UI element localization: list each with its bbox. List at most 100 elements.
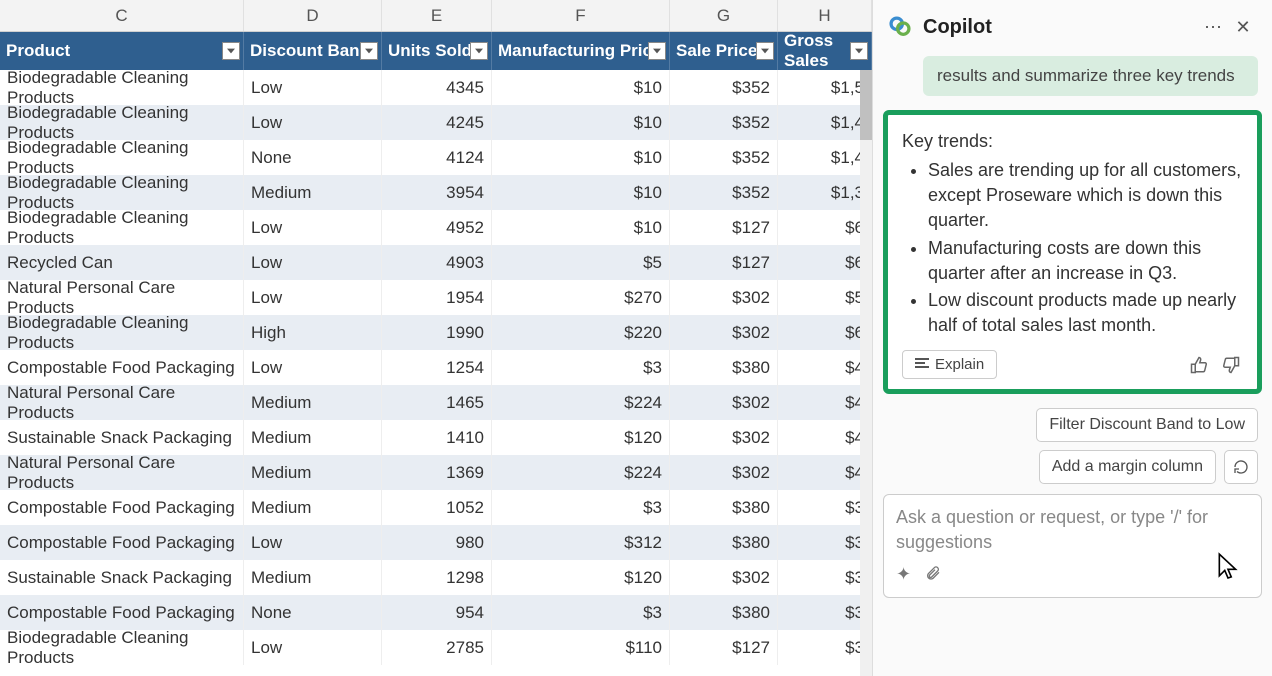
cell-sale-price[interactable]: $302 (670, 420, 778, 455)
cell-units[interactable]: 954 (382, 595, 492, 630)
cell-mfg-price[interactable]: $110 (492, 630, 670, 665)
header-sale-price[interactable]: Sale Price (670, 32, 778, 70)
cell-sale-price[interactable]: $380 (670, 350, 778, 385)
cell-units[interactable]: 1298 (382, 560, 492, 595)
table-row[interactable]: Compostable Food PackagingLow1254$3$380$… (0, 350, 872, 385)
table-row[interactable]: Recycled CanLow4903$5$127$6 (0, 245, 872, 280)
cell-gross[interactable]: $1,4 (778, 140, 872, 175)
cell-mfg-price[interactable]: $120 (492, 560, 670, 595)
cell-sale-price[interactable]: $380 (670, 525, 778, 560)
cell-discount[interactable]: Medium (244, 490, 382, 525)
cell-gross[interactable]: $6 (778, 245, 872, 280)
cell-discount[interactable]: None (244, 140, 382, 175)
cell-units[interactable]: 1990 (382, 315, 492, 350)
table-row[interactable]: Biodegradable Cleaning ProductsLow4245$1… (0, 105, 872, 140)
cell-product[interactable]: Biodegradable Cleaning Products (0, 315, 244, 350)
explain-button[interactable]: Explain (902, 350, 997, 379)
cell-units[interactable]: 4903 (382, 245, 492, 280)
table-row[interactable]: Sustainable Snack PackagingMedium1298$12… (0, 560, 872, 595)
table-row[interactable]: Compostable Food PackagingMedium1052$3$3… (0, 490, 872, 525)
cell-discount[interactable]: Low (244, 245, 382, 280)
cell-units[interactable]: 1465 (382, 385, 492, 420)
cell-sale-price[interactable]: $352 (670, 105, 778, 140)
table-row[interactable]: Biodegradable Cleaning ProductsNone4124$… (0, 140, 872, 175)
table-row[interactable]: Sustainable Snack PackagingMedium1410$12… (0, 420, 872, 455)
attach-icon[interactable] (925, 564, 941, 587)
header-discount-band[interactable]: Discount Band (244, 32, 382, 70)
cell-product[interactable]: Biodegradable Cleaning Products (0, 210, 244, 245)
cell-gross[interactable]: $1,4 (778, 105, 872, 140)
table-row[interactable]: Biodegradable Cleaning ProductsLow2785$1… (0, 630, 872, 665)
cell-discount[interactable]: Medium (244, 455, 382, 490)
cell-units[interactable]: 3954 (382, 175, 492, 210)
cell-mfg-price[interactable]: $220 (492, 315, 670, 350)
table-row[interactable]: Biodegradable Cleaning ProductsLow4345$1… (0, 70, 872, 105)
cell-mfg-price[interactable]: $10 (492, 105, 670, 140)
thumbs-up-icon[interactable] (1187, 353, 1211, 377)
cell-units[interactable]: 1954 (382, 280, 492, 315)
col-letter[interactable]: E (382, 0, 492, 31)
cell-mfg-price[interactable]: $270 (492, 280, 670, 315)
vertical-scrollbar[interactable] (860, 70, 872, 676)
cell-units[interactable]: 1052 (382, 490, 492, 525)
cell-units[interactable]: 4345 (382, 70, 492, 105)
cell-sale-price[interactable]: $302 (670, 280, 778, 315)
cell-mfg-price[interactable]: $312 (492, 525, 670, 560)
cell-discount[interactable]: Low (244, 630, 382, 665)
thumbs-down-icon[interactable] (1219, 353, 1243, 377)
cell-mfg-price[interactable]: $3 (492, 490, 670, 525)
cell-discount[interactable]: None (244, 595, 382, 630)
cell-product[interactable]: Compostable Food Packaging (0, 525, 244, 560)
more-options-icon[interactable]: ⋯ (1198, 12, 1228, 42)
cell-discount[interactable]: Low (244, 70, 382, 105)
filter-dropdown-icon[interactable] (360, 42, 378, 60)
filter-dropdown-icon[interactable] (756, 42, 774, 60)
table-row[interactable]: Compostable Food PackagingNone954$3$380$… (0, 595, 872, 630)
table-row[interactable]: Compostable Food PackagingLow980$312$380… (0, 525, 872, 560)
filter-dropdown-icon[interactable] (648, 42, 666, 60)
suggestion-margin[interactable]: Add a margin column (1039, 450, 1216, 484)
cell-units[interactable]: 980 (382, 525, 492, 560)
cell-gross[interactable]: $4 (778, 385, 872, 420)
cell-mfg-price[interactable]: $3 (492, 350, 670, 385)
cell-units[interactable]: 4245 (382, 105, 492, 140)
cell-gross[interactable]: $1,3 (778, 175, 872, 210)
cell-discount[interactable]: Medium (244, 560, 382, 595)
refresh-icon[interactable] (1224, 450, 1258, 484)
col-letter[interactable]: D (244, 0, 382, 31)
cell-mfg-price[interactable]: $10 (492, 175, 670, 210)
cell-gross[interactable]: $4 (778, 350, 872, 385)
cell-gross[interactable]: $3 (778, 525, 872, 560)
cell-gross[interactable]: $3 (778, 630, 872, 665)
col-letter[interactable]: G (670, 0, 778, 31)
col-letter[interactable]: H (778, 0, 872, 31)
sparkle-icon[interactable]: ✦ (896, 564, 911, 587)
cell-sale-price[interactable]: $380 (670, 490, 778, 525)
header-manufacturing-price[interactable]: Manufacturing Price (492, 32, 670, 70)
cell-sale-price[interactable]: $352 (670, 140, 778, 175)
cell-units[interactable]: 4124 (382, 140, 492, 175)
close-icon[interactable]: ✕ (1228, 12, 1258, 42)
cell-mfg-price[interactable]: $10 (492, 210, 670, 245)
cell-sale-price[interactable]: $302 (670, 560, 778, 595)
scroll-thumb[interactable] (860, 70, 872, 140)
cell-gross[interactable]: $3 (778, 490, 872, 525)
table-row[interactable]: Biodegradable Cleaning ProductsLow4952$1… (0, 210, 872, 245)
cell-product[interactable]: Sustainable Snack Packaging (0, 560, 244, 595)
cell-mfg-price[interactable]: $120 (492, 420, 670, 455)
cell-discount[interactable]: Medium (244, 175, 382, 210)
filter-dropdown-icon[interactable] (850, 42, 868, 60)
cell-mfg-price[interactable]: $10 (492, 140, 670, 175)
cell-gross[interactable]: $4 (778, 455, 872, 490)
cell-discount[interactable]: Low (244, 210, 382, 245)
cell-discount[interactable]: Low (244, 525, 382, 560)
cell-gross[interactable]: $3 (778, 595, 872, 630)
cell-sale-price[interactable]: $380 (670, 595, 778, 630)
table-row[interactable]: Biodegradable Cleaning ProductsMedium395… (0, 175, 872, 210)
cell-product[interactable]: Natural Personal Care Products (0, 455, 244, 490)
cell-sale-price[interactable]: $352 (670, 175, 778, 210)
cell-product[interactable]: Natural Personal Care Products (0, 280, 244, 315)
cell-mfg-price[interactable]: $3 (492, 595, 670, 630)
cell-mfg-price[interactable]: $224 (492, 455, 670, 490)
col-letter[interactable]: C (0, 0, 244, 31)
